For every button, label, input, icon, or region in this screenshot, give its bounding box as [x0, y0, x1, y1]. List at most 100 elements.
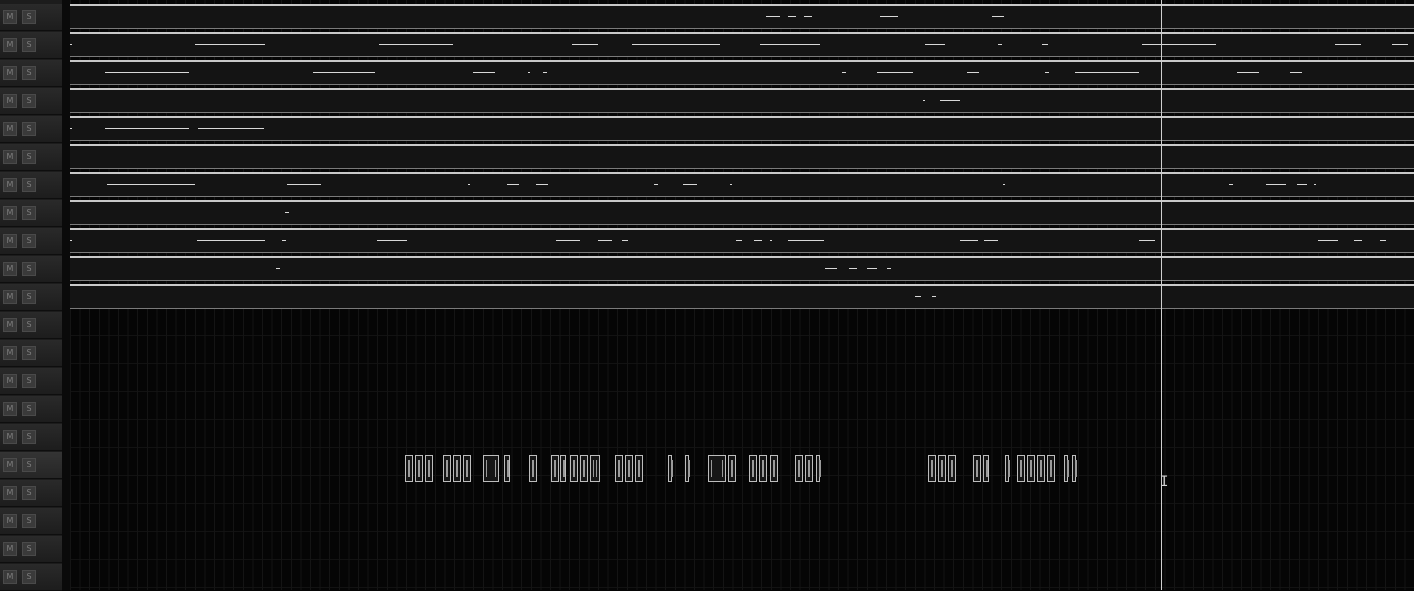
mute-button[interactable]: M — [3, 318, 17, 332]
solo-button[interactable]: S — [22, 38, 36, 52]
mute-button[interactable]: M — [3, 374, 17, 388]
solo-button[interactable]: S — [22, 570, 36, 584]
playhead[interactable] — [1161, 0, 1162, 590]
midi-note — [1266, 184, 1286, 185]
midi-note — [867, 268, 877, 269]
midi-note — [197, 240, 265, 241]
audio-segment — [463, 455, 471, 482]
mute-button[interactable]: M — [3, 542, 17, 556]
mute-button[interactable]: M — [3, 486, 17, 500]
midi-clip[interactable] — [70, 284, 1414, 309]
midi-clip[interactable] — [70, 256, 1414, 281]
midi-note — [377, 240, 407, 241]
solo-button[interactable]: S — [22, 514, 36, 528]
audio-segment — [805, 455, 813, 482]
audio-segment — [504, 455, 510, 482]
solo-button[interactable]: S — [22, 290, 36, 304]
solo-button[interactable]: S — [22, 234, 36, 248]
solo-button[interactable]: S — [22, 122, 36, 136]
midi-note — [940, 100, 960, 101]
midi-note — [105, 72, 189, 73]
solo-button[interactable]: S — [22, 486, 36, 500]
midi-clip[interactable] — [70, 200, 1414, 225]
arrangement-view[interactable] — [70, 0, 1414, 590]
mute-button[interactable]: M — [3, 122, 17, 136]
midi-note — [915, 296, 921, 297]
mute-button[interactable]: M — [3, 234, 17, 248]
midi-clip[interactable] — [70, 228, 1414, 253]
mute-button[interactable]: M — [3, 458, 17, 472]
mute-button[interactable]: M — [3, 178, 17, 192]
audio-segment — [770, 455, 778, 482]
midi-clip[interactable] — [70, 144, 1414, 169]
solo-button[interactable]: S — [22, 150, 36, 164]
mute-button[interactable]: M — [3, 206, 17, 220]
mute-button[interactable]: M — [3, 66, 17, 80]
solo-button[interactable]: S — [22, 318, 36, 332]
midi-note — [1297, 184, 1307, 185]
midi-note — [528, 72, 530, 73]
mute-button[interactable]: M — [3, 346, 17, 360]
mute-button[interactable]: M — [3, 570, 17, 584]
midi-note — [887, 268, 891, 269]
mute-button[interactable]: M — [3, 38, 17, 52]
solo-button[interactable]: S — [22, 374, 36, 388]
track-header: MS — [0, 32, 62, 59]
midi-clip[interactable] — [70, 88, 1414, 113]
audio-segment — [973, 455, 981, 482]
audio-segment — [570, 455, 578, 482]
audio-segment — [816, 455, 821, 482]
audio-segment — [928, 455, 936, 482]
text-cursor-icon: I — [1160, 474, 1169, 490]
header-gutter — [62, 0, 70, 590]
midi-note — [572, 44, 598, 45]
solo-button[interactable]: S — [22, 262, 36, 276]
midi-clip[interactable] — [70, 172, 1414, 197]
midi-note — [556, 240, 580, 241]
audio-segment — [749, 455, 757, 482]
midi-note — [842, 72, 846, 73]
audio-segment — [425, 455, 433, 482]
midi-note — [825, 268, 837, 269]
audio-segment — [483, 455, 499, 482]
mute-button[interactable]: M — [3, 514, 17, 528]
midi-note — [960, 240, 978, 241]
audio-segment — [443, 455, 451, 482]
solo-button[interactable]: S — [22, 206, 36, 220]
solo-button[interactable]: S — [22, 178, 36, 192]
track-header: MS — [0, 116, 62, 143]
mute-button[interactable]: M — [3, 290, 17, 304]
audio-segment — [685, 455, 690, 482]
midi-note — [1139, 240, 1155, 241]
midi-note — [1042, 44, 1048, 45]
midi-clip[interactable] — [70, 32, 1414, 57]
track-header: MS — [0, 60, 62, 87]
mute-button[interactable]: M — [3, 430, 17, 444]
mute-button[interactable]: M — [3, 150, 17, 164]
mute-button[interactable]: M — [3, 262, 17, 276]
mute-button[interactable]: M — [3, 94, 17, 108]
solo-button[interactable]: S — [22, 94, 36, 108]
audio-segment — [948, 455, 956, 482]
track-header: MS — [0, 88, 62, 115]
midi-clip[interactable] — [70, 60, 1414, 85]
midi-clip[interactable] — [70, 116, 1414, 141]
solo-button[interactable]: S — [22, 346, 36, 360]
solo-button[interactable]: S — [22, 66, 36, 80]
audio-segment — [668, 455, 673, 482]
midi-note — [770, 240, 772, 241]
midi-note — [923, 100, 925, 101]
midi-note — [1075, 72, 1139, 73]
midi-note — [1314, 184, 1316, 185]
solo-button[interactable]: S — [22, 402, 36, 416]
mute-button[interactable]: M — [3, 402, 17, 416]
track-header: MS — [0, 564, 62, 591]
solo-button[interactable]: S — [22, 10, 36, 24]
midi-clip[interactable] — [70, 4, 1414, 29]
solo-button[interactable]: S — [22, 458, 36, 472]
midi-note — [849, 268, 857, 269]
solo-button[interactable]: S — [22, 542, 36, 556]
mute-button[interactable]: M — [3, 10, 17, 24]
solo-button[interactable]: S — [22, 430, 36, 444]
midi-note — [1318, 240, 1338, 241]
